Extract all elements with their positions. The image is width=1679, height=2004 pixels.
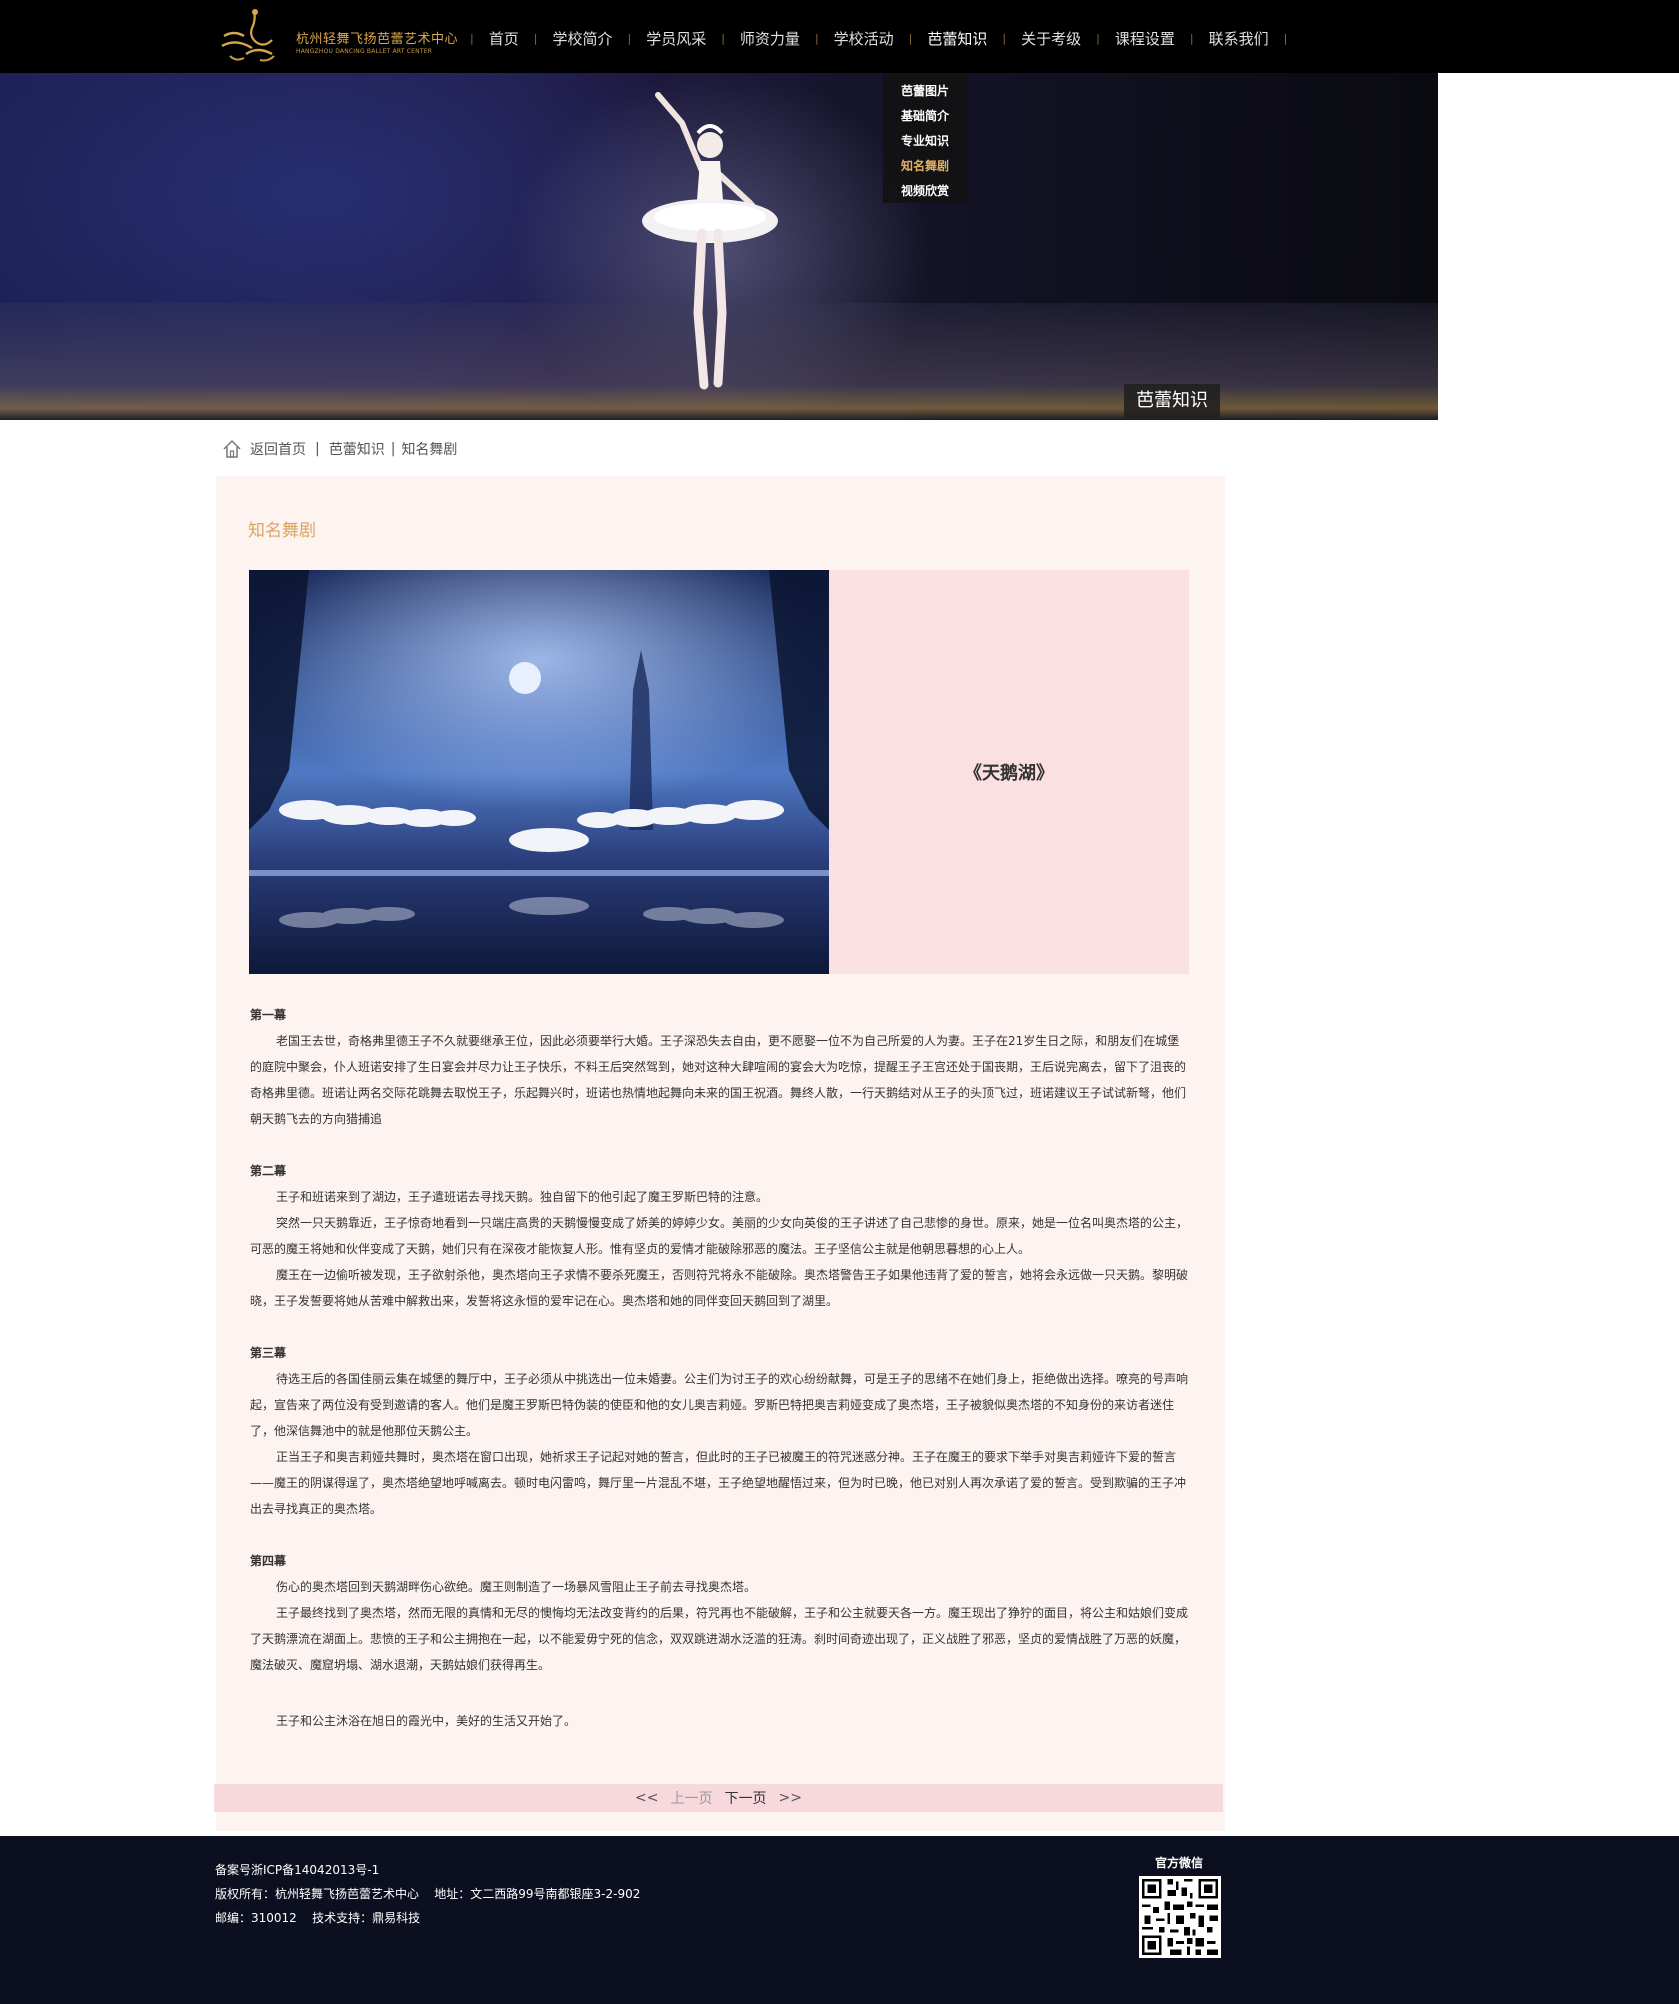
breadcrumb-current: 知名舞剧 <box>401 442 458 458</box>
nav-item-teachers[interactable]: 师资力量 <box>725 28 815 49</box>
header: 杭州轻舞飞扬芭蕾艺术中心 HANGZHOU DANCING BALLET ART… <box>0 0 1679 73</box>
act-3-paragraph: 正当王子和奥吉莉娅共舞时，奥杰塔在窗口出现，她祈求王子记起对她的誓言，但此时的王… <box>250 1450 1187 1516</box>
swan-lake-image <box>249 570 829 974</box>
next-page-link[interactable]: 下一页 <box>725 1788 767 1808</box>
previous-page-link[interactable]: 上一页 <box>671 1788 713 1808</box>
act-2-paragraph: 突然一只天鹅靠近，王子惊奇地看到一只端庄高贵的天鹅慢慢变成了娇美的婷婷少女。美丽… <box>250 1216 1189 1256</box>
act-3-title: 第三幕 <box>250 1346 287 1360</box>
logo-title-cn: 杭州轻舞飞扬芭蕾艺术中心 <box>296 32 459 47</box>
dropdown-item-famous-ballets[interactable]: 知名舞剧 <box>883 154 967 179</box>
footer-icp[interactable]: 备案号浙ICP备14042013号-1 <box>215 1858 640 1882</box>
banner-section-label: 芭蕾知识 <box>1124 384 1220 418</box>
home-icon[interactable] <box>222 438 242 460</box>
nav-item-courses[interactable]: 课程设置 <box>1100 28 1190 49</box>
pager-right-arrows: >> <box>778 1790 802 1806</box>
footer: 备案号浙ICP备14042013号-1 版权所有：杭州轻舞飞扬芭蕾艺术中心 地址… <box>0 1836 1679 2004</box>
act-4-paragraph: 王子最终找到了奥杰塔，然而无限的真情和无尽的懊悔均无法改变背约的后果，符咒再也不… <box>250 1606 1189 1672</box>
footer-info: 备案号浙ICP备14042013号-1 版权所有：杭州轻舞飞扬芭蕾艺术中心 地址… <box>215 1858 640 1930</box>
main-content: 知名舞剧 《天鹅湖》 第一幕 老国王去世，奇格弗里德王子不久就要继承王位，因此必… <box>214 476 1225 1831</box>
act-2-paragraph: 王子和班诺来到了湖边，王子遣班诺去寻找天鹅。独自留下的他引起了魔王罗斯巴特的注意… <box>276 1190 769 1204</box>
act-3-paragraph: 待选王后的各国佳丽云集在城堡的舞厅中，王子必须从中挑选出一位未婚妻。公主们为讨王… <box>250 1372 1189 1438</box>
dropdown-item-videos[interactable]: 视频欣赏 <box>883 179 967 204</box>
ballet-knowledge-dropdown: 芭蕾图片 基础简介 专业知识 知名舞剧 视频欣赏 <box>883 73 967 203</box>
section-title: 知名舞剧 <box>248 521 316 541</box>
breadcrumb-ballet-knowledge-link[interactable]: 芭蕾知识 <box>329 439 385 459</box>
ballerina-logo-icon <box>221 9 275 62</box>
act-1-title: 第一幕 <box>250 1008 287 1022</box>
dropdown-item-ballet-photos[interactable]: 芭蕾图片 <box>883 79 967 104</box>
article-body: 第一幕 老国王去世，奇格弗里德王子不久就要继承王位，因此必须要举行大婚。王子深恐… <box>250 1002 1190 1734</box>
act-2-title: 第二幕 <box>250 1164 287 1178</box>
feature-caption: 《天鹅湖》 <box>964 763 1054 784</box>
feature-block: 《天鹅湖》 <box>249 570 1189 974</box>
nav-item-ballet-knowledge[interactable]: 芭蕾知识 <box>912 28 1002 49</box>
site-logo[interactable]: 杭州轻舞飞扬芭蕾艺术中心 HANGZHOU DANCING BALLET ART… <box>216 6 458 68</box>
breadcrumb-separator: | <box>315 441 320 457</box>
nav-separator: | <box>1283 32 1288 45</box>
pager-left-arrows: << <box>635 1790 659 1806</box>
breadcrumb: 返回首页 | 芭蕾知识 | 知名舞剧 <box>222 436 457 462</box>
nav-item-contact[interactable]: 联系我们 <box>1194 28 1284 49</box>
footer-postal: 邮编：310012 技术支持：鼎易科技 <box>215 1911 421 1925</box>
act-2-paragraph: 魔王在一边偷听被发现，王子欲射杀他，奥杰塔向王子求情不要杀死魔王，否则符咒将永不… <box>250 1268 1189 1308</box>
footer-copyright: 版权所有：杭州轻舞飞扬芭蕾艺术中心 地址：文二西路99号南都银座3-2-902 <box>215 1887 641 1901</box>
breadcrumb-separator: | <box>390 441 396 457</box>
act-4-paragraph: 伤心的奥杰塔回到天鹅湖畔伤心欲绝。魔王则制造了一场暴风雪阻止王子前去寻找奥杰塔。 <box>276 1580 757 1594</box>
dropdown-item-professional[interactable]: 专业知识 <box>883 129 967 154</box>
act-4-closing-paragraph: 王子和公主沐浴在旭日的霞光中，美好的生活又开始了。 <box>276 1714 577 1728</box>
logo-title-en: HANGZHOU DANCING BALLET ART CENTER <box>296 48 433 55</box>
act-4-title: 第四幕 <box>250 1554 287 1568</box>
ballerina-figure <box>642 92 778 390</box>
main-nav: | 首页 | 学校简介 | 学员风采 | 师资力量 | 学校活动 | 芭蕾知识 … <box>470 0 1287 73</box>
nav-item-about[interactable]: 学校简介 <box>537 28 627 49</box>
nav-item-grading[interactable]: 关于考级 <box>1006 28 1096 49</box>
wechat-qr-code <box>1139 1876 1221 1958</box>
hero-banner: 芭蕾知识 <box>0 73 1438 420</box>
breadcrumb-home-link[interactable]: 返回首页 <box>250 439 306 459</box>
wechat-label: 官方微信 <box>1155 1856 1204 1870</box>
dropdown-item-basics[interactable]: 基础简介 <box>883 104 967 129</box>
act-1-paragraph: 老国王去世，奇格弗里德王子不久就要继承王位，因此必须要举行大婚。王子深恐失去自由… <box>250 1034 1187 1126</box>
pagination: << 上一页 下一页 >> <box>214 1784 1223 1812</box>
nav-item-students[interactable]: 学员风采 <box>631 28 721 49</box>
nav-item-activities[interactable]: 学校活动 <box>819 28 909 49</box>
nav-item-home[interactable]: 首页 <box>474 28 534 49</box>
